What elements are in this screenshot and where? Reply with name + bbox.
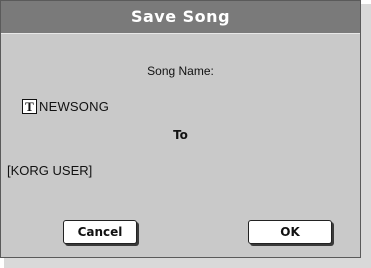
save-song-dialog: Save Song Song Name: T NEWSONG To [KORG …: [0, 0, 361, 258]
song-name-row: T NEWSONG: [22, 96, 109, 116]
song-name-field[interactable]: NEWSONG: [39, 99, 109, 114]
song-name-label: Song Name:: [147, 64, 214, 78]
ok-button[interactable]: OK: [248, 220, 332, 244]
to-label: To: [173, 128, 188, 142]
destination-label: [KORG USER]: [7, 163, 93, 178]
text-edit-icon[interactable]: T: [22, 98, 37, 114]
dialog-shadow-bottom: [4, 258, 371, 268]
dialog-title: Save Song: [1, 1, 360, 34]
cancel-button[interactable]: Cancel: [63, 220, 137, 244]
dialog-shadow-right: [361, 4, 371, 268]
